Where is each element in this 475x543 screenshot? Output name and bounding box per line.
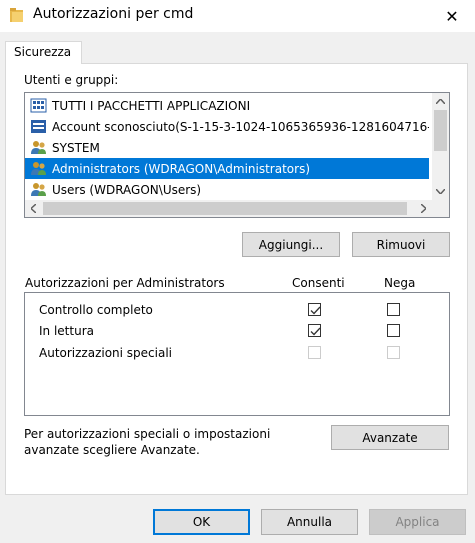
advanced-note-line1: Per autorizzazioni speciali o impostazio… bbox=[24, 427, 271, 441]
list-item-label: Administrators (WDRAGON\Administrators) bbox=[52, 161, 311, 176]
vertical-scrollbar[interactable] bbox=[432, 93, 449, 200]
list-item[interactable]: TUTTI I PACCHETTI APPLICAZIONI bbox=[25, 95, 429, 116]
list-item-label: Account sconosciuto(S-1-15-3-1024-106536… bbox=[52, 119, 429, 134]
close-icon: ✕ bbox=[445, 6, 459, 26]
allow-checkbox[interactable] bbox=[308, 303, 321, 316]
remove-button-label: Rimuovi bbox=[376, 237, 426, 252]
permission-label: Controllo completo bbox=[39, 303, 153, 317]
tab-security[interactable]: Sicurezza bbox=[5, 41, 82, 64]
folder-icon bbox=[10, 6, 24, 24]
advanced-button-label: Avanzate bbox=[362, 430, 418, 445]
list-item-label: Users (WDRAGON\Users) bbox=[52, 182, 202, 197]
scrollbar-corner bbox=[432, 200, 449, 217]
allow-checkbox-disabled bbox=[308, 346, 321, 359]
horizontal-scroll-thumb[interactable] bbox=[43, 202, 407, 215]
horizontal-scrollbar[interactable] bbox=[25, 200, 432, 217]
unknown-account-icon bbox=[30, 119, 47, 134]
list-item-label: TUTTI I PACCHETTI APPLICAZIONI bbox=[52, 98, 251, 113]
list-item[interactable]: Account sconosciuto(S-1-15-3-1024-106536… bbox=[25, 116, 429, 137]
group-icon bbox=[30, 182, 47, 197]
tab-label: Sicurezza bbox=[14, 45, 72, 59]
deny-checkbox-disabled bbox=[387, 346, 400, 359]
ok-button-label: OK bbox=[192, 515, 211, 529]
deny-checkbox[interactable] bbox=[387, 324, 400, 337]
advanced-button[interactable]: Avanzate bbox=[331, 425, 449, 450]
add-button[interactable]: Aggiungi... bbox=[242, 232, 340, 257]
permission-label: Autorizzazioni speciali bbox=[39, 346, 173, 360]
deny-checkbox[interactable] bbox=[387, 303, 400, 316]
remove-button[interactable]: Rimuovi bbox=[352, 232, 450, 257]
scroll-down-icon[interactable] bbox=[432, 183, 449, 200]
scroll-left-icon[interactable] bbox=[25, 200, 42, 217]
add-button-label: Aggiungi... bbox=[258, 237, 324, 252]
scroll-up-icon[interactable] bbox=[432, 93, 449, 110]
checkmark-icon bbox=[310, 327, 321, 336]
cancel-button-label: Annulla bbox=[286, 515, 333, 529]
list-item-label: SYSTEM bbox=[52, 140, 100, 155]
deny-column-header: Nega bbox=[384, 276, 416, 290]
apply-button-label: Applica bbox=[395, 515, 440, 529]
users-list[interactable]: TUTTI I PACCHETTI APPLICAZIONI Account s… bbox=[24, 92, 450, 218]
advanced-note-line2: avanzate scegliere Avanzate. bbox=[24, 443, 200, 457]
vertical-scroll-thumb[interactable] bbox=[434, 110, 447, 151]
checkmark-icon bbox=[310, 306, 321, 315]
list-item[interactable]: Users (WDRAGON\Users) bbox=[25, 179, 429, 200]
users-groups-label: Utenti e gruppi: bbox=[24, 73, 119, 87]
ok-button[interactable]: OK bbox=[153, 509, 250, 535]
cancel-button[interactable]: Annulla bbox=[261, 509, 358, 535]
window-title: Autorizzazioni per cmd bbox=[33, 6, 194, 22]
app-packages-icon bbox=[30, 98, 47, 113]
close-button[interactable]: ✕ bbox=[429, 0, 475, 32]
apply-button: Applica bbox=[369, 509, 466, 535]
list-item-selected[interactable]: Administrators (WDRAGON\Administrators) bbox=[25, 158, 429, 179]
permission-label: In lettura bbox=[39, 324, 94, 338]
allow-column-header: Consenti bbox=[292, 276, 345, 290]
group-icon bbox=[30, 140, 47, 155]
title-bar: Autorizzazioni per cmd ✕ bbox=[0, 0, 475, 32]
scroll-right-icon[interactable] bbox=[415, 200, 432, 217]
list-item[interactable]: SYSTEM bbox=[25, 137, 429, 158]
permissions-header: Autorizzazioni per Administrators bbox=[25, 276, 225, 290]
allow-checkbox[interactable] bbox=[308, 324, 321, 337]
group-icon bbox=[30, 161, 47, 176]
